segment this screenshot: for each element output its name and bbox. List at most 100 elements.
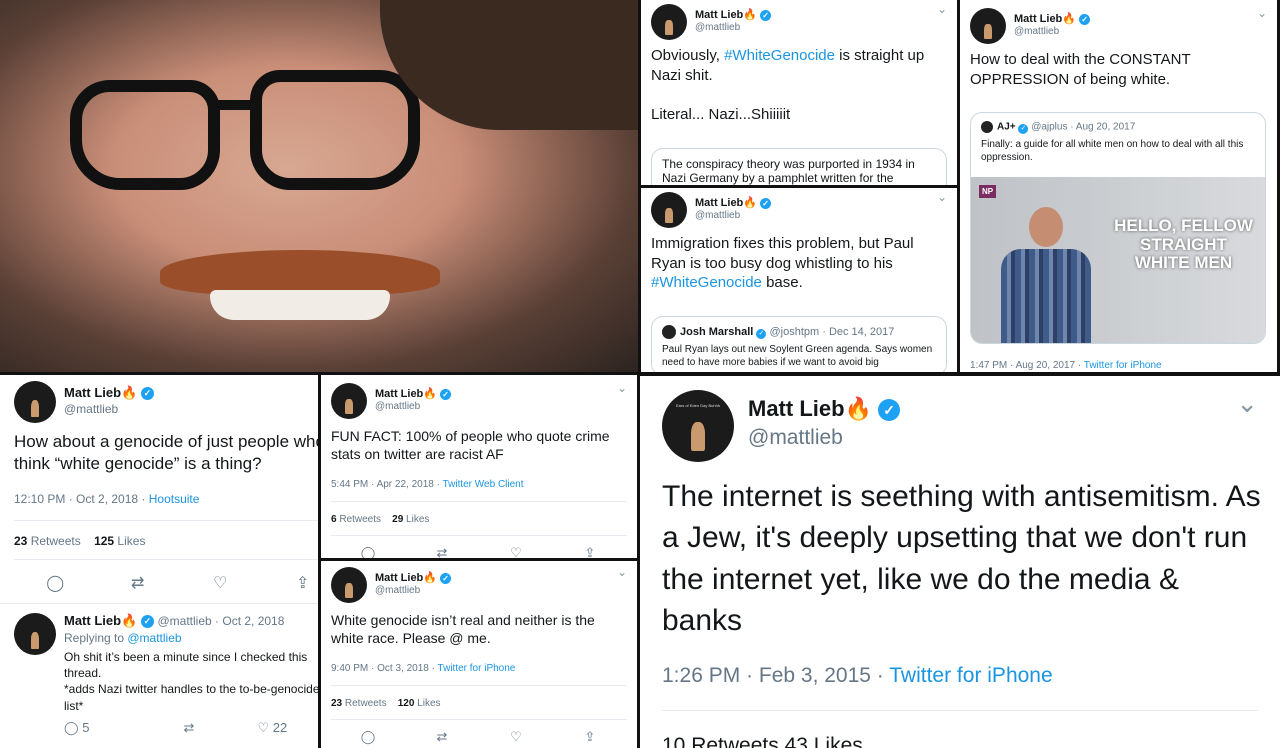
teeth — [210, 290, 390, 320]
tweet-text: FUN FACT: 100% of people who quote crime… — [331, 428, 610, 463]
handle[interactable]: @mattlieb — [64, 402, 118, 416]
glasses-right — [250, 70, 420, 190]
display-name[interactable]: Matt Lieb🔥 ✓ — [748, 396, 901, 422]
reply-icon[interactable]: ◯ — [14, 573, 97, 593]
share-icon[interactable]: ⇪ — [553, 545, 627, 558]
chevron-down-icon[interactable]: ⌄ — [617, 381, 627, 395]
flame-icon: 🔥 — [1062, 13, 1076, 25]
presenter-figure — [1001, 207, 1091, 343]
share-icon[interactable]: ⇪ — [262, 573, 319, 593]
glasses-left — [70, 80, 220, 190]
handle[interactable]: @mattlieb — [1014, 26, 1059, 37]
tweet-card-1[interactable]: Matt Lieb🔥 ✓ @mattlieb ⌄ Obviously, #Whi… — [641, 0, 957, 185]
reply-action-bar: ◯ 5 ⇄ ♡ 22 — [64, 720, 314, 736]
display-name[interactable]: Matt Lieb🔥 ✓ @mattlieb · Oct 2, 2018 — [64, 613, 284, 629]
source-link[interactable]: Twitter for iPhone — [889, 664, 1052, 687]
np-badge: NP — [979, 185, 997, 198]
verified-icon: ✓ — [140, 615, 154, 629]
engagement-stats: 10 Retweets 43 Likes — [662, 734, 863, 748]
divider — [14, 520, 318, 521]
tweet-card-5[interactable]: Matt Lieb🔥 ✓ @mattlieb ⌄ FUN FACT: 100% … — [321, 375, 637, 558]
retweet-icon[interactable]: ⇄ — [405, 729, 479, 745]
source-link[interactable]: Twitter for iPhone — [1084, 360, 1162, 371]
divider — [14, 559, 318, 560]
avatar[interactable] — [14, 613, 56, 655]
divider — [331, 501, 627, 502]
verified-icon: ✓ — [440, 388, 452, 400]
chevron-down-icon[interactable]: ⌄ — [937, 2, 947, 16]
flame-icon: 🔥 — [121, 613, 138, 628]
display-name[interactable]: Matt Lieb🔥 ✓ — [1014, 12, 1091, 25]
like-icon[interactable]: ♡ — [179, 573, 262, 593]
hashtag-link[interactable]: #WhiteGenocide — [724, 47, 835, 64]
source-link[interactable]: Twitter Web Client — [443, 479, 524, 490]
action-bar: ◯ ⇄ ♡ ⇪ — [331, 545, 627, 558]
display-name[interactable]: Matt Lieb🔥 ✓ — [695, 196, 772, 209]
reply-icon[interactable]: ◯ — [331, 729, 405, 745]
display-name[interactable]: Matt Lieb🔥 ✓ — [64, 385, 154, 401]
tweet-timestamp: 5:44 PM · Apr 22, 2018 · Twitter Web Cli… — [331, 479, 524, 490]
verified-icon: ✓ — [760, 197, 772, 209]
share-icon[interactable]: ⇪ — [553, 729, 627, 745]
verified-icon: ✓ — [1018, 123, 1029, 134]
retweet-icon[interactable]: ⇄ — [147, 720, 230, 736]
verified-icon: ✓ — [878, 399, 901, 422]
handle[interactable]: @mattlieb — [695, 22, 740, 33]
handle[interactable]: @mattlieb — [375, 401, 420, 412]
source-link[interactable]: Hootsuite — [149, 492, 200, 506]
retweet-icon[interactable]: ⇄ — [97, 573, 180, 593]
chevron-down-icon[interactable]: ⌄ — [1257, 6, 1267, 20]
tweet-card-2[interactable]: Matt Lieb🔥 ✓ @mattlieb ⌄ How to deal wit… — [960, 0, 1277, 372]
quoted-card[interactable]: Josh Marshall ✓ @joshtpm · Dec 14, 2017 … — [651, 316, 947, 372]
avatar[interactable] — [651, 4, 687, 40]
video-thumbnail[interactable]: NP HELLO, FELLOW STRAIGHT WHITE MEN — [971, 177, 1265, 343]
divider — [331, 685, 627, 686]
tweet-card-7[interactable]: Ears of Eden Day Buhhh Matt Lieb🔥 ✓ @mat… — [640, 376, 1280, 748]
avatar[interactable]: Ears of Eden Day Buhhh — [662, 390, 734, 462]
avatar[interactable] — [651, 192, 687, 228]
retweet-icon[interactable]: ⇄ — [405, 545, 479, 558]
flame-icon: 🔥 — [423, 388, 437, 400]
like-icon[interactable]: ♡ 22 — [231, 720, 314, 736]
handle[interactable]: @mattlieb · Oct 2, 2018 — [158, 614, 285, 628]
chevron-down-icon[interactable]: ⌄ — [617, 565, 627, 579]
flame-icon: 🔥 — [121, 385, 138, 400]
tweet-card-4[interactable]: Matt Lieb🔥 ✓ @mattlieb How about a genoc… — [0, 375, 318, 748]
display-name[interactable]: Matt Lieb🔥 ✓ — [695, 8, 772, 21]
quoted-card[interactable]: AJ+ ✓ @ajplus · Aug 20, 2017 Finally: a … — [970, 112, 1266, 344]
chevron-down-icon[interactable]: ⌄ — [1236, 388, 1258, 419]
video-caption: HELLO, FELLOW STRAIGHT WHITE MEN — [1114, 216, 1253, 273]
divider — [331, 719, 627, 720]
tweet-text: The internet is seething with antisemiti… — [662, 480, 1261, 638]
avatar[interactable] — [14, 381, 56, 423]
handle[interactable]: @mattlieb — [375, 585, 420, 596]
avatar[interactable] — [331, 383, 367, 419]
like-icon[interactable]: ♡ — [479, 545, 553, 558]
mustache — [160, 250, 440, 295]
reply-icon[interactable]: ◯ — [331, 545, 405, 558]
handle[interactable]: @mattlieb — [695, 210, 740, 221]
tweet-card-3[interactable]: Matt Lieb🔥 ✓ @mattlieb ⌄ Immigration fix… — [641, 188, 957, 372]
tweet-card-6[interactable]: Matt Lieb🔥 ✓ @mattlieb ⌄ White genocide … — [321, 561, 637, 748]
verified-icon: ✓ — [760, 9, 772, 21]
display-name[interactable]: Matt Lieb🔥 ✓ — [375, 571, 452, 584]
flame-icon: 🔥 — [743, 197, 757, 209]
handle[interactable]: @mattlieb — [748, 426, 843, 450]
verified-icon: ✓ — [756, 328, 767, 339]
tweet-text: Immigration fixes this problem, but Paul… — [651, 235, 914, 291]
mention-link[interactable]: @mattlieb — [127, 631, 181, 645]
hashtag-link[interactable]: #WhiteGenocide — [651, 274, 762, 291]
source-link[interactable]: Twitter for iPhone — [438, 663, 516, 674]
action-bar: ◯ ⇄ ♡ ⇪ — [14, 573, 318, 593]
quoted-card[interactable]: The conspiracy theory was purported in 1… — [651, 148, 947, 185]
like-icon[interactable]: ♡ — [479, 729, 553, 745]
avatar[interactable] — [970, 8, 1006, 44]
tweet-timestamp: 1:26 PM · Feb 3, 2015 · Twitter for iPho… — [662, 664, 1053, 687]
reply-icon[interactable]: ◯ 5 — [64, 720, 147, 736]
chevron-down-icon[interactable]: ⌄ — [937, 190, 947, 204]
avatar[interactable] — [331, 567, 367, 603]
verified-icon: ✓ — [440, 572, 452, 584]
engagement-stats: 6 Retweets 29 Likes — [331, 514, 430, 525]
display-name[interactable]: Matt Lieb🔥 ✓ — [375, 387, 452, 400]
flame-icon: 🔥 — [743, 9, 757, 21]
